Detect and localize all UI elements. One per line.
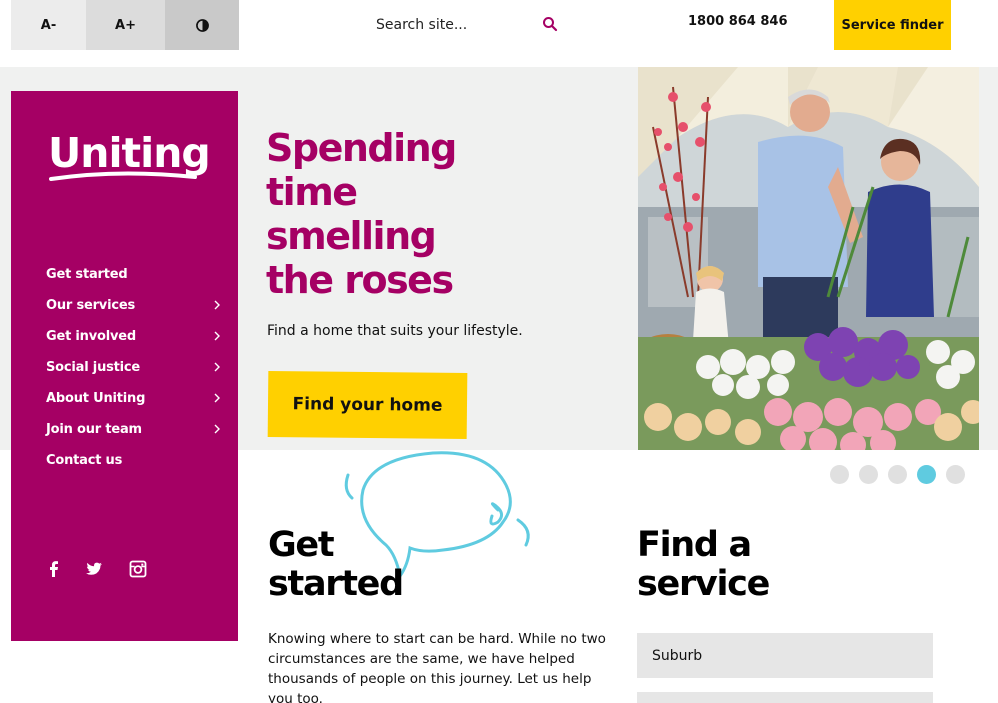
sidebar-item-label: Get involved xyxy=(46,329,136,344)
find-your-home-button[interactable]: Find your home xyxy=(267,370,468,440)
search-bar xyxy=(366,8,566,42)
sidebar-item-get-involved[interactable]: Get involved xyxy=(46,321,221,352)
search-input[interactable] xyxy=(366,10,526,40)
hero-subtitle: Find a home that suits your lifestyle. xyxy=(267,323,523,339)
sidebar-item-about-uniting[interactable]: About Uniting xyxy=(46,383,221,414)
twitter-icon[interactable] xyxy=(84,559,104,579)
carousel-dot[interactable] xyxy=(830,465,849,484)
heading-line: Find a xyxy=(637,525,752,565)
instagram-icon[interactable] xyxy=(128,559,148,579)
sidebar-nav: Uniting Get started Our services Get inv… xyxy=(11,91,238,641)
logo-underline xyxy=(49,171,197,181)
phone-number-link[interactable]: 1800 864 846 xyxy=(688,14,788,29)
headline-line: smelling xyxy=(266,214,437,258)
chevron-right-icon xyxy=(214,331,220,341)
hero-image xyxy=(638,67,979,450)
get-started-heading: Get started xyxy=(268,525,404,604)
heading-line: Get xyxy=(268,525,335,565)
hero-headline: Spending time smelling the roses xyxy=(266,126,566,302)
chevron-right-icon xyxy=(214,300,220,310)
sidebar-item-label: About Uniting xyxy=(46,391,146,406)
chevron-right-icon xyxy=(214,424,220,434)
search-icon[interactable] xyxy=(542,16,558,32)
increase-font-button[interactable]: A+ xyxy=(86,0,165,50)
chevron-right-icon xyxy=(214,362,220,372)
contrast-icon xyxy=(195,18,209,32)
service-finder-button[interactable]: Service finder xyxy=(834,0,951,50)
sidebar-item-label: Get started xyxy=(46,267,128,282)
facebook-icon[interactable] xyxy=(44,559,64,579)
suburb-input[interactable] xyxy=(637,633,933,678)
get-started-body: Knowing where to start can be hard. Whil… xyxy=(268,631,606,703)
carousel-dot[interactable] xyxy=(946,465,965,484)
headline-line: Spending xyxy=(266,126,457,170)
sidebar-item-join-our-team[interactable]: Join our team xyxy=(46,414,221,445)
headline-line: time xyxy=(266,170,358,214)
carousel-dot-active[interactable] xyxy=(917,465,936,484)
carousel-dot[interactable] xyxy=(888,465,907,484)
chevron-right-icon xyxy=(214,393,220,403)
carousel-dot[interactable] xyxy=(859,465,878,484)
top-bar: A- A+ 1800 864 846 Service finder xyxy=(0,0,998,67)
sidebar-item-label: Contact us xyxy=(46,453,123,468)
decrease-font-button[interactable]: A- xyxy=(11,0,86,50)
find-service-heading: Find a service xyxy=(637,525,770,604)
main-nav: Get started Our services Get involved So… xyxy=(46,259,221,476)
contrast-toggle-button[interactable] xyxy=(165,0,239,50)
sidebar-item-contact-us[interactable]: Contact us xyxy=(46,445,221,476)
service-select-field[interactable] xyxy=(637,692,933,703)
headline-line: the roses xyxy=(266,258,454,302)
sidebar-item-label: Social justice xyxy=(46,360,141,375)
heading-line: started xyxy=(268,564,404,604)
sidebar-item-get-started[interactable]: Get started xyxy=(46,259,221,290)
sidebar-item-our-services[interactable]: Our services xyxy=(46,290,221,321)
heading-line: service xyxy=(637,564,770,604)
carousel-indicators xyxy=(830,465,965,484)
sidebar-item-social-justice[interactable]: Social justice xyxy=(46,352,221,383)
sidebar-item-label: Our services xyxy=(46,298,135,313)
sidebar-item-label: Join our team xyxy=(46,422,142,437)
